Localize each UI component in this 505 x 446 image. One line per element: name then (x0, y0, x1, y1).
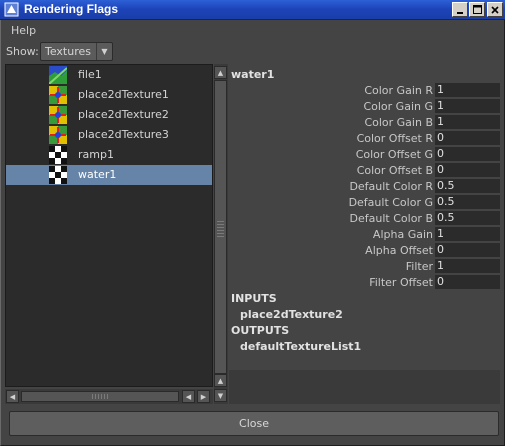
attr-value-field[interactable]: 0.5 (435, 179, 500, 193)
attr-label: Default Color G (348, 196, 433, 209)
arrow-up-icon: ▲ (217, 376, 224, 385)
attr-value-field[interactable]: 1 (435, 99, 500, 113)
show-dropdown[interactable]: Textures ▼ (40, 42, 113, 61)
close-button-label: Close (239, 417, 269, 430)
window-title-bar[interactable]: Rendering Flags (0, 0, 505, 20)
attr-row-color-offset-g: Color Offset G 0 (229, 147, 500, 161)
inputs-heading: INPUTS (231, 292, 277, 305)
attr-value-field[interactable]: 1 (435, 115, 500, 129)
scroll-left-button[interactable]: ◀ (6, 390, 19, 403)
attr-label: Default Color R (349, 180, 433, 193)
attr-row-color-gain-b: Color Gain B 1 (229, 115, 500, 129)
attr-row-color-offset-b: Color Offset B 0 (229, 163, 500, 177)
attr-row-default-color-g: Default Color G 0.5 (229, 195, 500, 209)
window-title: Rendering Flags (24, 2, 119, 16)
horizontal-scrollbar[interactable]: ◀ ◀ ▶ (5, 389, 213, 404)
vertical-scroll-thumb[interactable] (214, 80, 227, 374)
attr-value-field[interactable]: 0.5 (435, 211, 500, 225)
show-dropdown-value: Textures (45, 45, 91, 58)
list-item[interactable]: file1 (6, 65, 212, 85)
place2d-texture-icon (49, 86, 67, 104)
checker-texture-icon (49, 166, 67, 184)
horizontal-scroll-thumb[interactable] (21, 391, 179, 402)
list-item-label: ramp1 (78, 148, 114, 161)
input-connection-link[interactable]: place2dTexture2 (240, 308, 343, 321)
show-label: Show: (6, 45, 39, 58)
arrow-down-icon: ▼ (217, 391, 224, 400)
attr-row-alpha-offset: Alpha Offset 0 (229, 243, 500, 257)
attr-value-field[interactable]: 1 (435, 227, 500, 241)
scroll-down-button[interactable]: ▼ (214, 389, 227, 402)
scroll-up-button[interactable]: ▲ (214, 66, 227, 79)
attr-label: Default Color B (349, 212, 433, 225)
grip-icon (217, 221, 224, 237)
attr-value-field[interactable]: 0 (435, 275, 500, 289)
app-icon (4, 2, 19, 17)
attr-row-color-gain-g: Color Gain G 1 (229, 99, 500, 113)
minimize-icon (457, 11, 463, 14)
place2d-texture-icon (49, 126, 67, 144)
list-item[interactable]: place2dTexture3 (6, 125, 212, 145)
attr-label: Alpha Gain (372, 228, 433, 241)
attr-value-field[interactable]: 0.5 (435, 195, 500, 209)
list-item[interactable]: ramp1 (6, 145, 212, 165)
attr-label: Color Gain R (364, 84, 433, 97)
attr-label: Color Offset B (356, 164, 433, 177)
attr-label: Filter (405, 260, 433, 273)
place2d-texture-icon (49, 106, 67, 124)
close-icon (491, 5, 499, 14)
list-item-label: place2dTexture1 (78, 88, 169, 101)
list-item-label: water1 (78, 168, 117, 181)
output-connection-link[interactable]: defaultTextureList1 (240, 340, 361, 353)
attr-row-default-color-r: Default Color R 0.5 (229, 179, 500, 193)
menu-help[interactable]: Help (11, 24, 36, 37)
maximize-icon (472, 5, 482, 14)
attr-row-default-color-b: Default Color B 0.5 (229, 211, 500, 225)
chevron-down-icon: ▼ (96, 43, 112, 60)
attr-label: Color Offset G (355, 148, 433, 161)
attr-value-field[interactable]: 0 (435, 163, 500, 177)
attr-value-field[interactable]: 1 (435, 259, 500, 273)
attr-label: Color Gain B (364, 116, 433, 129)
close-button[interactable]: Close (9, 411, 499, 436)
attr-row-alpha-gain: Alpha Gain 1 (229, 227, 500, 241)
list-item-selected[interactable]: water1 (6, 165, 212, 185)
list-item[interactable]: place2dTexture1 (6, 85, 212, 105)
attr-row-color-offset-r: Color Offset R 0 (229, 131, 500, 145)
attr-label: Color Offset R (356, 132, 433, 145)
vertical-scrollbar[interactable]: ▲ ▲ ▼ (214, 64, 228, 404)
attr-row-filter: Filter 1 (229, 259, 500, 273)
list-item-label: place2dTexture2 (78, 108, 169, 121)
arrow-left-icon: ◀ (9, 392, 16, 401)
scroll-up-step-button[interactable]: ▲ (214, 374, 227, 387)
close-window-button[interactable] (487, 2, 503, 17)
outputs-heading: OUTPUTS (231, 324, 290, 337)
attr-label: Color Gain G (363, 100, 433, 113)
list-item[interactable]: place2dTexture2 (6, 105, 212, 125)
texture-list[interactable]: file1 place2dTexture1 place2dTexture2 pl… (5, 64, 213, 387)
grip-icon (92, 394, 110, 399)
list-item-label: file1 (78, 68, 102, 81)
arrow-left-icon: ◀ (185, 392, 192, 401)
attribute-panel: water1 Color Gain R 1 Color Gain G 1 Col… (229, 64, 500, 370)
file-texture-icon (49, 66, 67, 84)
attr-label: Filter Offset (369, 276, 433, 289)
scroll-right-button[interactable]: ▶ (197, 390, 210, 403)
attr-row-filter-offset: Filter Offset 0 (229, 275, 500, 289)
attr-label: Alpha Offset (365, 244, 433, 257)
attribute-panel-footer (229, 370, 500, 404)
arrow-right-icon: ▶ (200, 392, 207, 401)
minimize-button[interactable] (452, 2, 468, 17)
attr-row-color-gain-r: Color Gain R 1 (229, 83, 500, 97)
list-item-label: place2dTexture3 (78, 128, 169, 141)
arrow-up-icon: ▲ (217, 68, 224, 77)
maximize-button[interactable] (469, 2, 485, 17)
checker-texture-icon (49, 146, 67, 164)
attr-value-field[interactable]: 0 (435, 131, 500, 145)
attr-value-field[interactable]: 0 (435, 243, 500, 257)
scroll-left-step-button[interactable]: ◀ (182, 390, 195, 403)
attr-value-field[interactable]: 1 (435, 83, 500, 97)
attr-value-field[interactable]: 0 (435, 147, 500, 161)
node-title: water1 (231, 68, 275, 81)
